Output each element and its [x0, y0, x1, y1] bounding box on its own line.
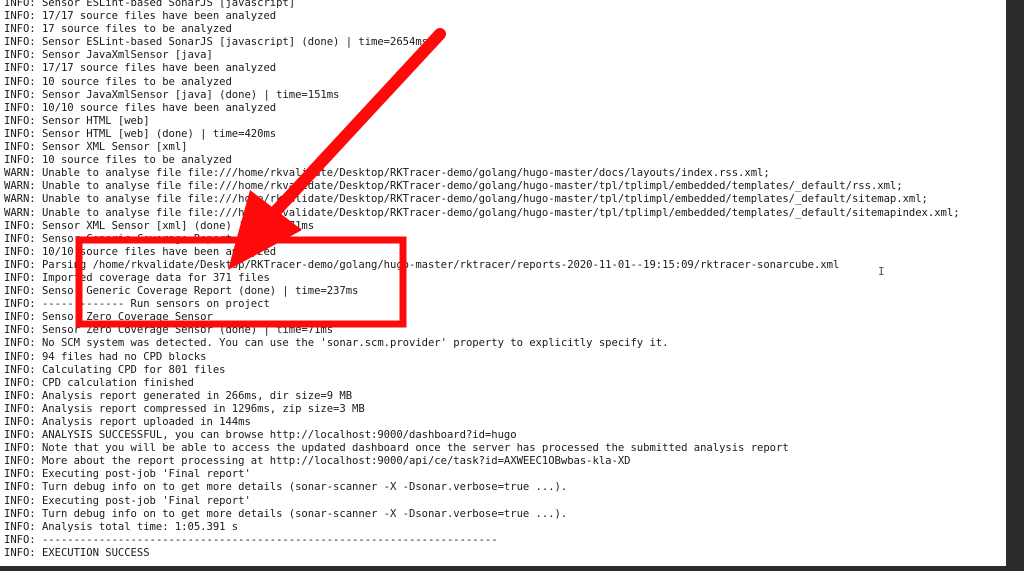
log-line: INFO: 10/10 source files have been analy… — [4, 101, 277, 114]
log-line: INFO: Note that you will be able to acce… — [4, 442, 789, 455]
log-line: INFO: 10 source files to be analyzed — [4, 154, 232, 167]
log-line: INFO: Turn debug info on to get more det… — [4, 481, 568, 494]
log-line: INFO: Sensor Zero Coverage Sensor — [4, 311, 213, 324]
log-line: INFO: Executing post-job 'Final report' — [4, 494, 251, 507]
log-line: INFO: CPD calculation finished — [4, 376, 194, 389]
terminal-output: INFO: Sensor ESLint-based SonarJS [javas… — [4, 0, 960, 560]
log-line: INFO: More about the report processing a… — [4, 455, 631, 468]
log-line: INFO: Calculating CPD for 801 files — [4, 363, 226, 376]
log-line: INFO: Executing post-job 'Final report' — [4, 468, 251, 481]
log-line: INFO: 17/17 source files have been analy… — [4, 62, 277, 75]
log-line: INFO: ------------- Run sensors on proje… — [4, 298, 270, 311]
log-line: INFO: EXECUTION SUCCESS — [4, 546, 150, 559]
log-line: INFO: Analysis report uploaded in 144ms — [4, 416, 251, 428]
text-cursor-icon: I — [878, 265, 885, 278]
log-line: INFO: Sensor JavaXmlSensor [java] — [4, 49, 213, 62]
log-line: INFO: Analysis total time: 1:05.391 s — [4, 520, 239, 533]
log-line: WARN: Unable to analyse file file:///hom… — [4, 206, 960, 219]
log-line: INFO: Turn debug info on to get more det… — [4, 507, 568, 520]
log-line: INFO: Sensor JavaXmlSensor [java] (done)… — [4, 88, 340, 101]
log-line: INFO: Sensor Zero Coverage Sensor (done)… — [4, 324, 334, 337]
log-line: INFO: Sensor HTML [web] — [4, 114, 150, 127]
window-edge-right — [1006, 0, 1024, 571]
log-line: INFO: 17/17 source files have been analy… — [4, 10, 277, 23]
log-line: INFO: Analysis report compressed in 1296… — [4, 402, 365, 415]
log-line: WARN: Unable to analyse file file:///hom… — [4, 193, 928, 206]
log-line: INFO: Parsing /home/rkvalidate/Desktop/R… — [4, 258, 840, 271]
log-line: WARN: Unable to analyse file file:///hom… — [4, 167, 770, 180]
log-line: INFO: Sensor ESLint-based SonarJS [javas… — [4, 0, 296, 9]
window-edge-bottom — [0, 566, 1024, 571]
log-line: INFO: 94 files had no CPD blocks — [4, 350, 207, 363]
log-line: INFO: 10/10 source files have been analy… — [4, 245, 277, 258]
log-line: INFO: 17 source files to be analyzed — [4, 23, 232, 36]
log-line: INFO: Sensor XML Sensor [xml] (done) | t… — [4, 219, 315, 232]
log-line: INFO: Sensor HTML [web] (done) | time=42… — [4, 127, 277, 140]
log-line: INFO: No SCM system was detected. You ca… — [4, 337, 669, 350]
log-line: INFO: Imported coverage data for 371 fil… — [4, 271, 270, 284]
log-line: WARN: Unable to analyse file file:///hom… — [4, 180, 903, 193]
log-line: INFO: Sensor XML Sensor [xml] — [4, 141, 188, 154]
log-line: INFO: ----------------------------------… — [4, 533, 498, 546]
log-line: INFO: ANALYSIS SUCCESSFUL, you can brows… — [4, 429, 517, 442]
log-line: INFO: Analysis report generated in 266ms… — [4, 389, 353, 402]
log-line: INFO: Sensor ESLint-based SonarJS [javas… — [4, 36, 428, 49]
log-line: INFO: Sensor Generic Coverage Report — [4, 232, 232, 245]
log-line: INFO: Sensor Generic Coverage Report (do… — [4, 285, 359, 298]
terminal-window[interactable]: INFO: Sensor ESLint-based SonarJS [javas… — [0, 0, 1006, 566]
log-line: INFO: 10 source files to be analyzed — [4, 75, 232, 88]
